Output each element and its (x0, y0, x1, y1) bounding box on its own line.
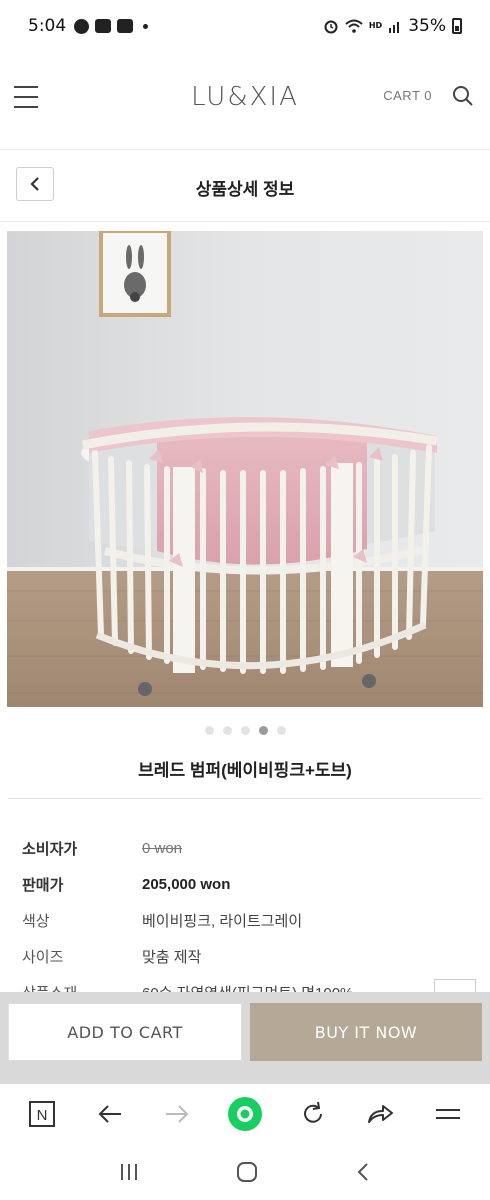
home-letter: N (36, 1107, 47, 1124)
green-dot-icon (227, 1097, 262, 1131)
info-label: 판매가 (22, 876, 64, 894)
hd-voice-icon: HD (368, 21, 383, 30)
carousel-dot[interactable] (276, 726, 286, 735)
signal-icon (389, 22, 400, 33)
sale-price: 205,000 won (142, 875, 231, 893)
size-value: 맞춤 제작 (142, 948, 202, 966)
status-bar: 5:04 HD 35% (0, 0, 490, 52)
browser-share-button[interactable] (362, 1096, 398, 1132)
site-header: LU&XIA CART 0 (0, 52, 490, 150)
talk-notification-icon (74, 18, 90, 34)
home-icon[interactable] (236, 1161, 258, 1183)
battery-percent: 35% (408, 16, 446, 36)
crib-photo (7, 231, 483, 707)
info-row-size: 사이즈 맞춤 제작 (22, 938, 472, 974)
naver-home-icon: N (28, 1101, 55, 1127)
refresh-icon (303, 1101, 322, 1123)
carousel-dot[interactable] (240, 726, 250, 735)
purchase-bar: ADD TO CART BUY IT NOW (0, 992, 490, 1084)
image-carousel-dots (0, 726, 490, 735)
page-subheader: 상품상세 정보 (0, 150, 490, 222)
info-label: 색상 (22, 912, 50, 930)
recent-apps-icon[interactable] (119, 1162, 139, 1182)
product-image[interactable] (7, 231, 483, 707)
buy-now-button[interactable]: BUY IT NOW (250, 1003, 482, 1061)
system-nav-bar (0, 1144, 490, 1200)
share-icon (368, 1105, 394, 1123)
browser-back-button[interactable] (92, 1096, 128, 1132)
info-row-sale-price: 판매가 205,000 won (22, 866, 472, 902)
page-title: 상품상세 정보 (195, 180, 295, 199)
wifi-icon (345, 19, 363, 33)
product-info-table: 소비자가 0 won 판매가 205,000 won 색상 베이비핑크, 라이트… (22, 830, 472, 1010)
arrow-left-icon (98, 1105, 121, 1123)
youtube-notification-icon (117, 19, 134, 33)
carousel-dot[interactable] (204, 726, 214, 735)
browser-menu-button[interactable] (430, 1096, 466, 1132)
browser-home-button[interactable]: N (24, 1096, 60, 1132)
consumer-price: 0 won (142, 839, 183, 857)
info-row-color: 색상 베이비핑크, 라이트그레이 (22, 902, 472, 938)
system-status: HD 35% (323, 16, 462, 36)
color-value: 베이비핑크, 라이트그레이 (142, 912, 303, 930)
gallery-notification-icon (95, 19, 112, 33)
battery-icon (452, 18, 462, 34)
divider (8, 798, 482, 799)
browser-toolbar: N (0, 1084, 490, 1144)
search-icon[interactable] (452, 85, 474, 107)
menu-lines-icon (436, 1109, 461, 1119)
info-label: 사이즈 (22, 948, 64, 966)
back-icon[interactable] (355, 1161, 371, 1183)
info-row-consumer-price: 소비자가 0 won (22, 830, 472, 866)
cart-link[interactable]: CART 0 (383, 88, 432, 103)
notification-icons (74, 18, 149, 34)
browser-forward-button[interactable] (159, 1096, 195, 1132)
carousel-dot[interactable] (258, 726, 268, 735)
carousel-dot[interactable] (222, 726, 232, 735)
add-to-cart-button[interactable]: ADD TO CART (8, 1003, 242, 1061)
alarm-icon (324, 20, 338, 34)
more-notifications-icon (143, 23, 149, 29)
info-label: 소비자가 (22, 840, 78, 858)
status-time: 5:04 (28, 16, 67, 36)
arrow-right-icon (166, 1105, 189, 1123)
green-dot-button[interactable] (227, 1096, 263, 1132)
product-name: 브레드 범퍼(베이비핑크+도브) (138, 761, 352, 780)
browser-refresh-button[interactable] (295, 1096, 331, 1132)
